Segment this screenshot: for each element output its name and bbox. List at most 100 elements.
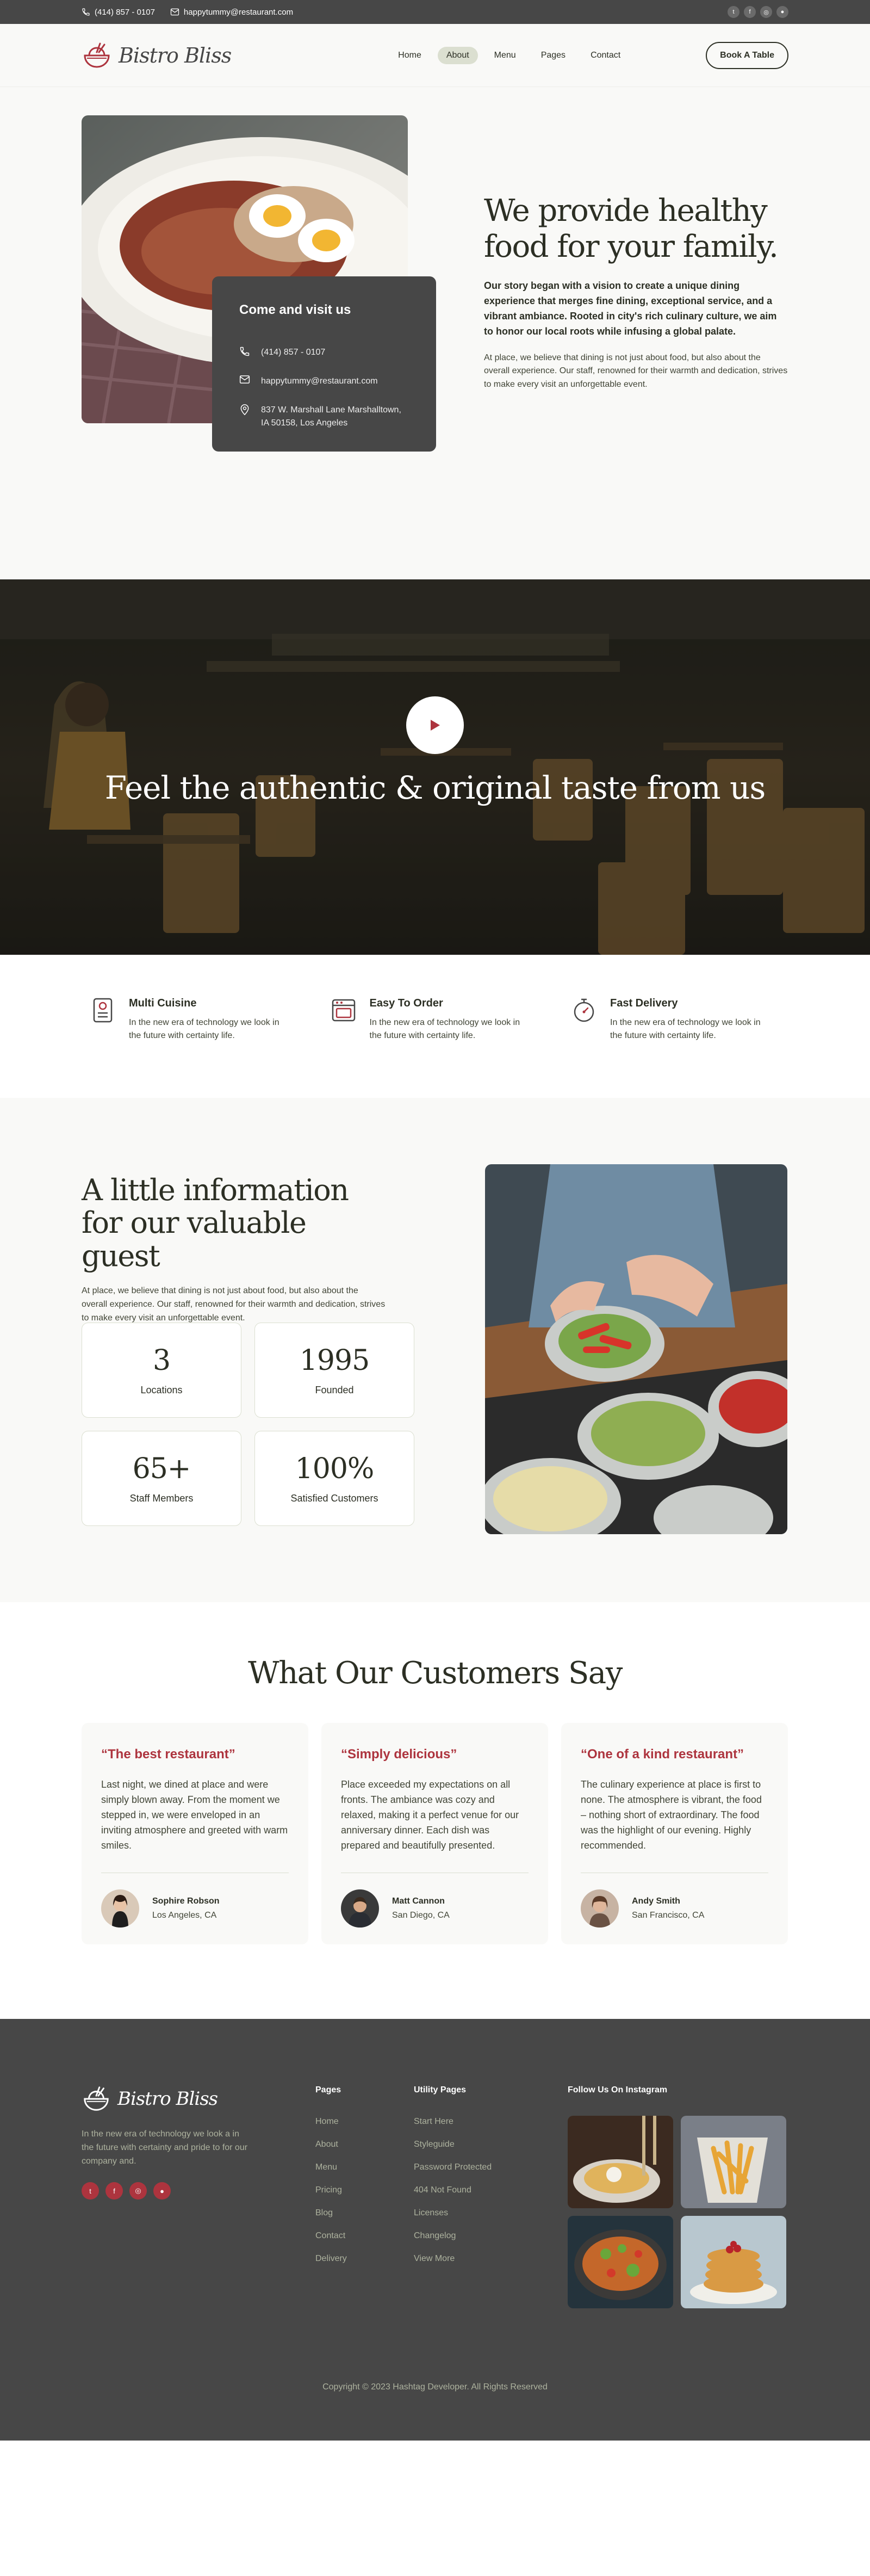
avatar bbox=[581, 1889, 619, 1928]
visit-address-text: 837 W. Marshall Lane Marshalltown, IA 50… bbox=[261, 405, 401, 428]
visit-phone[interactable]: (414) 857 - 0107 bbox=[239, 346, 409, 360]
testimonials-heading: What Our Customers Say bbox=[248, 1655, 623, 1691]
feature-title: Multi Cuisine bbox=[129, 997, 197, 1009]
testimonial-author: Sophire Robson Los Angeles, CA bbox=[101, 1889, 289, 1928]
footer-link[interactable]: Home bbox=[315, 2117, 347, 2127]
facebook-icon[interactable]: f bbox=[744, 6, 756, 18]
footer-pages-title: Pages bbox=[315, 2085, 341, 2095]
instagram-icon[interactable]: ◎ bbox=[760, 6, 772, 18]
stat-label: Founded bbox=[315, 1385, 354, 1395]
facebook-icon[interactable]: f bbox=[105, 2182, 123, 2200]
github-icon[interactable]: ● bbox=[776, 6, 788, 18]
footer-link[interactable]: Contact bbox=[315, 2231, 347, 2241]
stat-label: Satisfied Customers bbox=[290, 1493, 378, 1504]
testimonial-card: “The best restaurant” Last night, we din… bbox=[82, 1723, 308, 1944]
about-text: We provide healthy food for your family.… bbox=[484, 193, 788, 392]
main-nav: Home About Menu Pages Contact bbox=[389, 47, 629, 64]
visit-email[interactable]: happytummy@restaurant.com bbox=[239, 375, 409, 388]
about-section: Come and visit us (414) 857 - 0107 happy… bbox=[0, 87, 870, 579]
phone-icon bbox=[82, 8, 90, 16]
footer-link[interactable]: Delivery bbox=[315, 2254, 347, 2264]
footer-link[interactable]: Styleguide bbox=[414, 2140, 492, 2149]
testimonial-text: Last night, we dined at place and were s… bbox=[101, 1779, 288, 1851]
footer-link[interactable]: About bbox=[315, 2140, 347, 2149]
info-section: A little information for our valuable gu… bbox=[0, 1098, 870, 1602]
stat-card: 65+ Staff Members bbox=[82, 1431, 241, 1526]
play-video-button[interactable] bbox=[406, 696, 464, 754]
logo[interactable]: Bistro Bliss bbox=[82, 40, 232, 71]
testimonial-author: Andy Smith San Francisco, CA bbox=[581, 1889, 768, 1928]
bowl-logo-icon bbox=[84, 42, 110, 68]
twitter-icon[interactable]: t bbox=[728, 6, 739, 18]
stat-label: Locations bbox=[140, 1385, 183, 1395]
footer-link[interactable]: Start Here bbox=[414, 2117, 492, 2127]
testimonial-cards: “The best restaurant” Last night, we din… bbox=[82, 1723, 788, 1944]
author-name: Matt Cannon bbox=[392, 1897, 445, 1906]
stat-card: 1995 Founded bbox=[254, 1323, 414, 1418]
testimonial-text: Place exceeded my expectations on all fr… bbox=[341, 1779, 519, 1851]
nav-about[interactable]: About bbox=[437, 47, 478, 64]
mail-icon bbox=[239, 375, 250, 384]
feature-multi-cuisine: Multi Cuisine In the new era of technolo… bbox=[90, 997, 307, 1042]
info-body: At place, we believe that dining is not … bbox=[82, 1286, 386, 1323]
topbar-phone-text: (414) 857 - 0107 bbox=[95, 7, 155, 17]
instagram-title: Follow Us On Instagram bbox=[568, 2085, 668, 2095]
chef-salad-image bbox=[485, 1164, 787, 1534]
nav-menu[interactable]: Menu bbox=[486, 47, 525, 64]
avatar bbox=[101, 1889, 139, 1928]
footer-brand: Bistro Bliss In the new era of technolog… bbox=[82, 2084, 250, 2200]
footer-brand-name: Bistro Bliss bbox=[117, 2088, 218, 2110]
stat-label: Staff Members bbox=[129, 1493, 194, 1504]
testimonial-title: “Simply delicious” bbox=[341, 1747, 457, 1762]
brand-name: Bistro Bliss bbox=[119, 44, 232, 67]
visit-card-title: Come and visit us bbox=[239, 302, 351, 317]
testimonial-text: The culinary experience at place is firs… bbox=[581, 1779, 762, 1851]
testimonial-card: “Simply delicious” Place exceeded my exp… bbox=[321, 1723, 548, 1944]
banner-heading: Feel the authentic & original taste from… bbox=[104, 769, 766, 806]
footer-link[interactable]: Licenses bbox=[414, 2208, 492, 2218]
topbar-email[interactable]: happytummy@restaurant.com bbox=[170, 8, 293, 17]
author-location: Los Angeles, CA bbox=[152, 1911, 217, 1920]
footer-link[interactable]: Password Protected bbox=[414, 2163, 492, 2172]
footer-link[interactable]: Blog bbox=[315, 2208, 347, 2218]
visit-address: 837 W. Marshall Lane Marshalltown, IA 50… bbox=[239, 404, 409, 431]
stat-value: 65+ bbox=[132, 1453, 191, 1485]
footer-link[interactable]: Pricing bbox=[315, 2185, 347, 2195]
footer-link[interactable]: 404 Not Found bbox=[414, 2185, 492, 2195]
feature-text: In the new era of technology we look in … bbox=[369, 1018, 520, 1040]
instagram-photo[interactable] bbox=[568, 2116, 673, 2208]
nav-home[interactable]: Home bbox=[389, 47, 430, 64]
instagram-photo[interactable] bbox=[681, 2216, 786, 2308]
bowl-logo-icon bbox=[84, 2086, 109, 2111]
stat-value: 3 bbox=[152, 1344, 171, 1377]
footer-logo[interactable]: Bistro Bliss bbox=[82, 2084, 250, 2114]
topbar-phone[interactable]: (414) 857 - 0107 bbox=[82, 8, 155, 17]
about-lead: Our story began with a vision to create … bbox=[484, 280, 777, 337]
book-table-button[interactable]: Book A Table bbox=[706, 42, 788, 69]
stat-card: 3 Locations bbox=[82, 1323, 241, 1418]
oven-icon bbox=[331, 997, 357, 1023]
footer-link[interactable]: View More bbox=[414, 2254, 492, 2264]
twitter-icon[interactable]: t bbox=[82, 2182, 99, 2200]
footer-link[interactable]: Changelog bbox=[414, 2231, 492, 2241]
footer-tagline: In the new era of technology we look a i… bbox=[82, 2129, 248, 2166]
feature-fast-delivery: Fast Delivery In the new era of technolo… bbox=[571, 997, 788, 1042]
nav-contact[interactable]: Contact bbox=[582, 47, 629, 64]
instagram-photo[interactable] bbox=[681, 2116, 786, 2208]
nav-pages[interactable]: Pages bbox=[532, 47, 574, 64]
footer-link[interactable]: Menu bbox=[315, 2163, 347, 2172]
phone-icon bbox=[240, 347, 250, 356]
page-bottom-space bbox=[0, 2441, 870, 2576]
instagram-photo[interactable] bbox=[568, 2216, 673, 2308]
testimonial-card: “One of a kind restaurant” The culinary … bbox=[561, 1723, 788, 1944]
instagram-icon[interactable]: ◎ bbox=[129, 2182, 147, 2200]
footer-utility-column: Utility Pages Start Here Styleguide Pass… bbox=[414, 2085, 492, 2277]
mail-icon bbox=[170, 8, 179, 16]
stat-value: 1995 bbox=[299, 1344, 370, 1377]
testimonial-author: Matt Cannon San Diego, CA bbox=[341, 1889, 529, 1928]
visit-email-text: happytummy@restaurant.com bbox=[261, 376, 378, 386]
stat-card: 100% Satisfied Customers bbox=[254, 1431, 414, 1526]
github-icon[interactable]: ● bbox=[153, 2182, 171, 2200]
location-pin-icon bbox=[240, 404, 249, 415]
stats-grid: 3 Locations 1995 Founded 65+ Staff Membe… bbox=[82, 1323, 414, 1526]
